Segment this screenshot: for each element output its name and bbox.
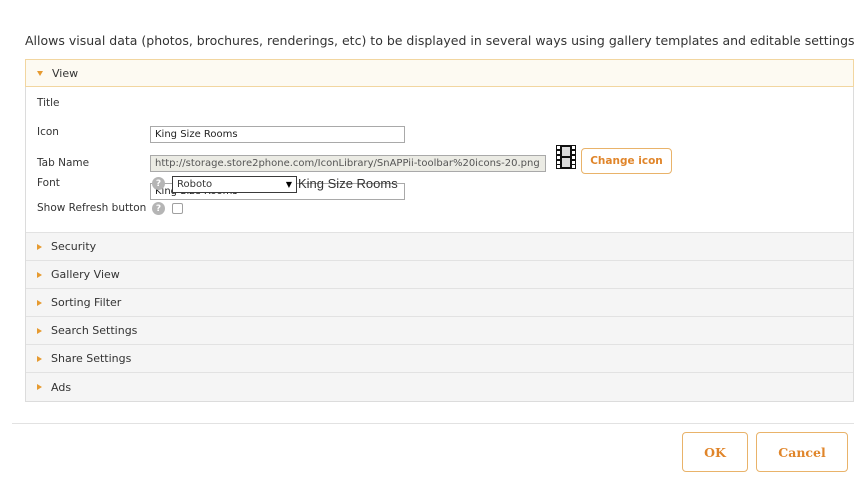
page-description: Allows visual data (photos, brochures, r…: [25, 33, 854, 48]
caret-right-icon: [37, 243, 42, 250]
section-label: Gallery View: [51, 268, 120, 281]
caret-right-icon: [37, 355, 42, 362]
show-refresh-checkbox[interactable]: [172, 203, 183, 214]
section-header-view[interactable]: View: [25, 59, 854, 87]
caret-right-icon: [37, 299, 42, 306]
cancel-button[interactable]: Cancel: [756, 432, 848, 472]
footer-divider: [12, 423, 854, 424]
section-header-gallery-view[interactable]: Gallery View: [26, 261, 853, 289]
icon-url-input[interactable]: http://storage.store2phone.com/IconLibra…: [150, 155, 546, 172]
caret-down-icon: ▼: [285, 180, 292, 189]
font-select[interactable]: Roboto ▼: [172, 176, 297, 193]
title-input[interactable]: King Size Rooms: [150, 126, 405, 143]
settings-accordion: View Title King Size Rooms Icon http://s…: [25, 59, 854, 402]
caret-right-icon: [37, 327, 42, 334]
font-preview-text: King Size Rooms: [298, 176, 398, 191]
section-label: Search Settings: [51, 324, 138, 337]
section-label: Ads: [51, 380, 72, 394]
change-icon-button[interactable]: Change icon: [581, 148, 672, 174]
section-header-ads[interactable]: Ads: [26, 373, 853, 401]
section-label-view: View: [52, 66, 79, 80]
film-strip-icon: [556, 145, 576, 169]
section-label: Security: [51, 240, 97, 253]
tab-name-label: Tab Name: [37, 157, 90, 169]
section-header-security[interactable]: Security: [26, 233, 853, 261]
icon-label: Icon: [37, 126, 59, 138]
section-label: Sorting Filter: [51, 296, 122, 309]
font-select-value: Roboto: [177, 179, 213, 190]
section-header-search-settings[interactable]: Search Settings: [26, 317, 853, 345]
refresh-label: Show Refresh button: [37, 202, 147, 214]
section-header-share-settings[interactable]: Share Settings: [26, 345, 853, 373]
question-circle-icon[interactable]: ?: [152, 202, 165, 215]
caret-right-icon: [37, 271, 42, 278]
caret-down-icon: [37, 70, 43, 76]
title-label: Title: [37, 97, 60, 109]
font-label: Font: [37, 177, 60, 189]
section-header-sorting-filter[interactable]: Sorting Filter: [26, 289, 853, 317]
section-label: Share Settings: [51, 352, 132, 365]
question-circle-icon[interactable]: ?: [152, 177, 165, 190]
ok-button[interactable]: OK: [682, 432, 748, 472]
caret-right-icon: [37, 384, 42, 390]
view-section-body: Title King Size Rooms Icon http://storag…: [26, 87, 853, 233]
